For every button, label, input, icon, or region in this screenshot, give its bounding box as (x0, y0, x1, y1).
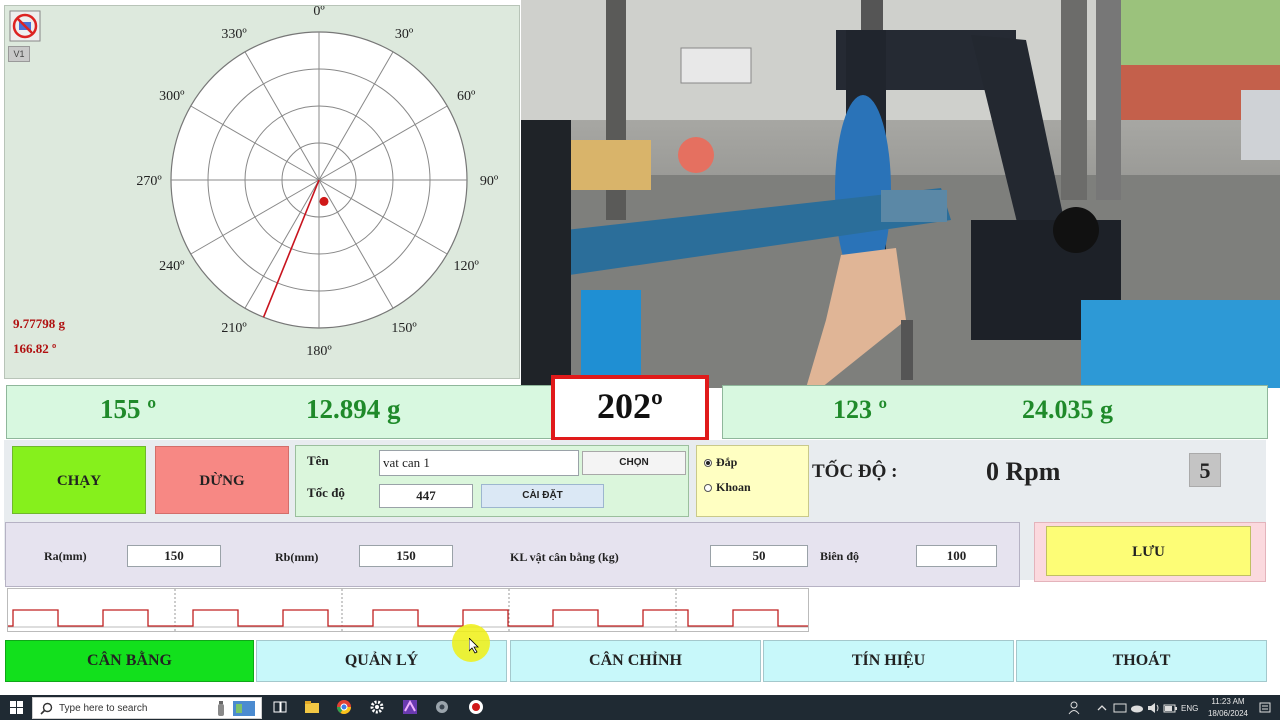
polar-angle-label: 270º (136, 174, 162, 189)
polar-chart: 0º 30º 60º 90º 120º 150º 180º 210º 240º 270º 300º 3… (136, 6, 499, 359)
polar-angle-label: 330º (221, 27, 247, 42)
bottle-icon (218, 701, 224, 716)
tab-balance[interactable]: CÂN BẰNG (5, 640, 254, 682)
people-icon[interactable] (1068, 701, 1082, 715)
settings-button[interactable]: CÀI ĐẶT (481, 484, 604, 508)
language-indicator[interactable]: ENG (1181, 704, 1198, 713)
polar-angle-label: 60º (457, 89, 476, 104)
speed-label: Tốc độ (307, 485, 345, 500)
file-explorer-icon[interactable] (304, 699, 320, 715)
balancing-app: 0º 30º 60º 90º 120º 150º 180º 210º 240º 270º 300º 3… (0, 0, 1280, 695)
counter-display: 5 (1189, 453, 1221, 487)
current-angle-box: 202º (551, 375, 709, 441)
ra-input[interactable]: 150 (127, 545, 221, 567)
polar-angle-label: 210º (221, 321, 247, 336)
name-input[interactable]: vat can 1 (379, 450, 579, 476)
polar-angle-label: 0º (313, 6, 325, 19)
right-mass: 24.035 g (1022, 395, 1113, 424)
right-readout-bar (722, 385, 1268, 439)
polar-angle-label: 120º (454, 259, 480, 274)
pointer-dot (319, 196, 329, 206)
tab-exit[interactable]: THOÁT (1016, 640, 1267, 682)
mode-label-khoan: Khoan (716, 480, 751, 494)
mode-label-dap: Đắp (716, 455, 738, 469)
polar-angle-label: 300º (159, 89, 185, 104)
polar-angle-label: 30º (395, 27, 414, 42)
tool-icon[interactable] (434, 699, 450, 715)
map-icon (233, 701, 255, 716)
volume-icon[interactable] (1147, 701, 1161, 715)
no-device-icon[interactable] (9, 10, 41, 42)
speed-input[interactable]: 447 (379, 484, 473, 508)
save-button[interactable]: LƯU (1046, 526, 1251, 576)
version-badge: V1 (8, 46, 30, 62)
chevron-up-icon[interactable] (1095, 701, 1109, 715)
rpm-value: 0 Rpm (986, 457, 1061, 486)
settings-gear-icon[interactable] (369, 699, 385, 715)
tab-signal[interactable]: TÍN HIỆU (763, 640, 1014, 682)
polar-panel: 0º 30º 60º 90º 120º 150º 180º 210º 240º 270º 300º 3… (4, 5, 520, 379)
current-angle: 202º (597, 386, 663, 426)
choose-button[interactable]: CHỌN (582, 451, 686, 475)
polar-angle-label: 150º (391, 321, 417, 336)
mode-radio-khoan[interactable] (704, 484, 712, 492)
rb-label: Rb(mm) (275, 550, 319, 564)
run-button[interactable]: CHẠY (12, 446, 146, 514)
amplitude-label: Biên độ (820, 549, 860, 563)
notification-icon[interactable] (1258, 701, 1272, 715)
signal-waveform (7, 588, 809, 632)
record-icon[interactable] (468, 699, 484, 715)
left-mass: 12.894 g (306, 394, 401, 424)
left-readout-bar (6, 385, 553, 439)
kl-input[interactable]: 50 (710, 545, 808, 567)
network-icon[interactable] (1113, 701, 1127, 715)
tab-calibrate[interactable]: CÂN CHỈNH (510, 640, 761, 682)
taskbar-search[interactable]: Type here to search (32, 697, 262, 719)
speed-display-label: TỐC ĐỘ : (812, 461, 898, 482)
mode-panel (696, 445, 809, 517)
kl-label: KL vật cân bằng (kg) (510, 550, 619, 564)
battery-icon[interactable] (1163, 701, 1177, 715)
polar-angle-label: 90º (480, 174, 499, 189)
stop-button[interactable]: DỪNG (155, 446, 289, 514)
polar-angle-readout: 166.82 º (13, 341, 57, 356)
chrome-icon[interactable] (336, 699, 352, 715)
mode-radio-dap[interactable] (704, 459, 712, 467)
ra-label: Ra(mm) (44, 549, 87, 563)
mouse-cursor-icon (469, 638, 479, 654)
search-placeholder: Type here to search (59, 703, 148, 714)
app-icon[interactable] (402, 699, 418, 715)
camera-feed (521, 0, 1280, 388)
clock-date[interactable]: 18/06/2024 (1204, 709, 1252, 718)
left-angle: 155 º (100, 394, 157, 424)
name-label: Tên (307, 453, 329, 468)
polar-angle-label: 240º (159, 259, 185, 274)
right-angle: 123 º (833, 395, 888, 424)
task-view-icon[interactable] (272, 699, 288, 715)
rb-input[interactable]: 150 (359, 545, 453, 567)
polar-mass-readout: 9.77798 g (13, 316, 65, 331)
polar-angle-label: 180º (306, 344, 332, 359)
search-icon (40, 702, 53, 715)
windows-start-icon[interactable] (10, 701, 24, 715)
onedrive-icon[interactable] (1130, 701, 1144, 715)
amplitude-input[interactable]: 100 (916, 545, 997, 567)
clock-time[interactable]: 11:23 AM (1206, 697, 1250, 706)
